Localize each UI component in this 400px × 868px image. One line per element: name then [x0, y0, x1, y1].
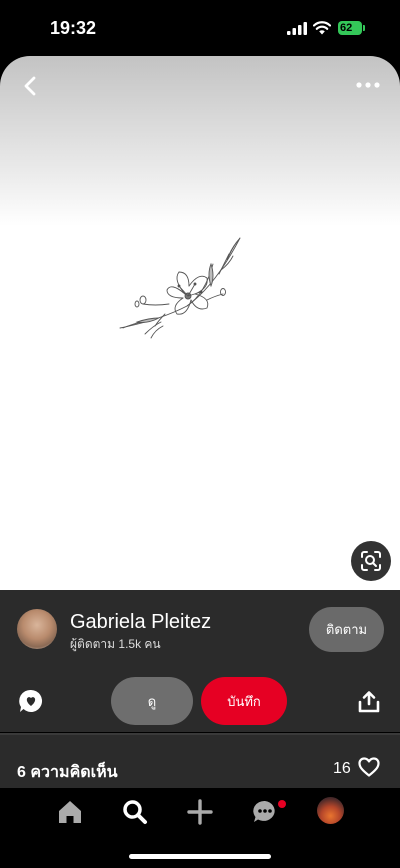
- bottom-nav: [0, 788, 400, 868]
- flower-tattoo-illustration: [119, 237, 241, 339]
- nav-create[interactable]: [186, 798, 214, 826]
- nav-home[interactable]: [56, 798, 84, 826]
- notification-dot: [278, 800, 286, 808]
- nav-messages[interactable]: [251, 798, 279, 826]
- creator-avatar[interactable]: [17, 609, 57, 649]
- comments-row[interactable]: 6 ความคิดเห็น 16: [0, 735, 400, 788]
- likes-count: 16: [333, 760, 351, 777]
- status-time: 19:32: [50, 18, 97, 38]
- action-row: ดู บันทึก: [0, 670, 400, 732]
- more-horizontal-icon[interactable]: [356, 81, 380, 89]
- nav-profile-avatar[interactable]: [317, 797, 344, 824]
- status-bar: 19:32 62: [0, 0, 400, 56]
- follow-button[interactable]: ติดตาม: [309, 607, 384, 652]
- comment-icon[interactable]: [18, 688, 44, 714]
- messages-icon: [253, 800, 275, 822]
- pin-image[interactable]: [0, 56, 400, 590]
- battery-level: 62: [340, 22, 353, 34]
- home-indicator: [129, 854, 271, 859]
- wifi-icon: [313, 21, 331, 35]
- nav-search[interactable]: [121, 798, 149, 826]
- search-icon: [123, 800, 147, 824]
- visual-search-button[interactable]: [351, 541, 391, 581]
- view-button[interactable]: ดู: [111, 677, 193, 725]
- creator-row: Gabriela Pleitez ผู้ติดตาม 1.5k คน ติดตา…: [0, 590, 400, 670]
- battery-icon: 62: [338, 21, 366, 35]
- home-icon: [59, 801, 81, 823]
- creator-followers: ผู้ติดตาม 1.5k คน: [70, 637, 161, 651]
- creator-name[interactable]: Gabriela Pleitez: [70, 611, 211, 634]
- heart-icon[interactable]: [358, 757, 380, 777]
- cellular-signal-icon: [287, 22, 307, 35]
- visual-search-icon: [361, 551, 381, 571]
- save-button[interactable]: บันทึก: [201, 677, 287, 725]
- comments-count[interactable]: 6 ความคิดเห็น: [17, 760, 118, 785]
- plus-icon: [187, 799, 213, 825]
- share-icon[interactable]: [357, 690, 381, 714]
- chevron-left-icon[interactable]: [18, 74, 42, 98]
